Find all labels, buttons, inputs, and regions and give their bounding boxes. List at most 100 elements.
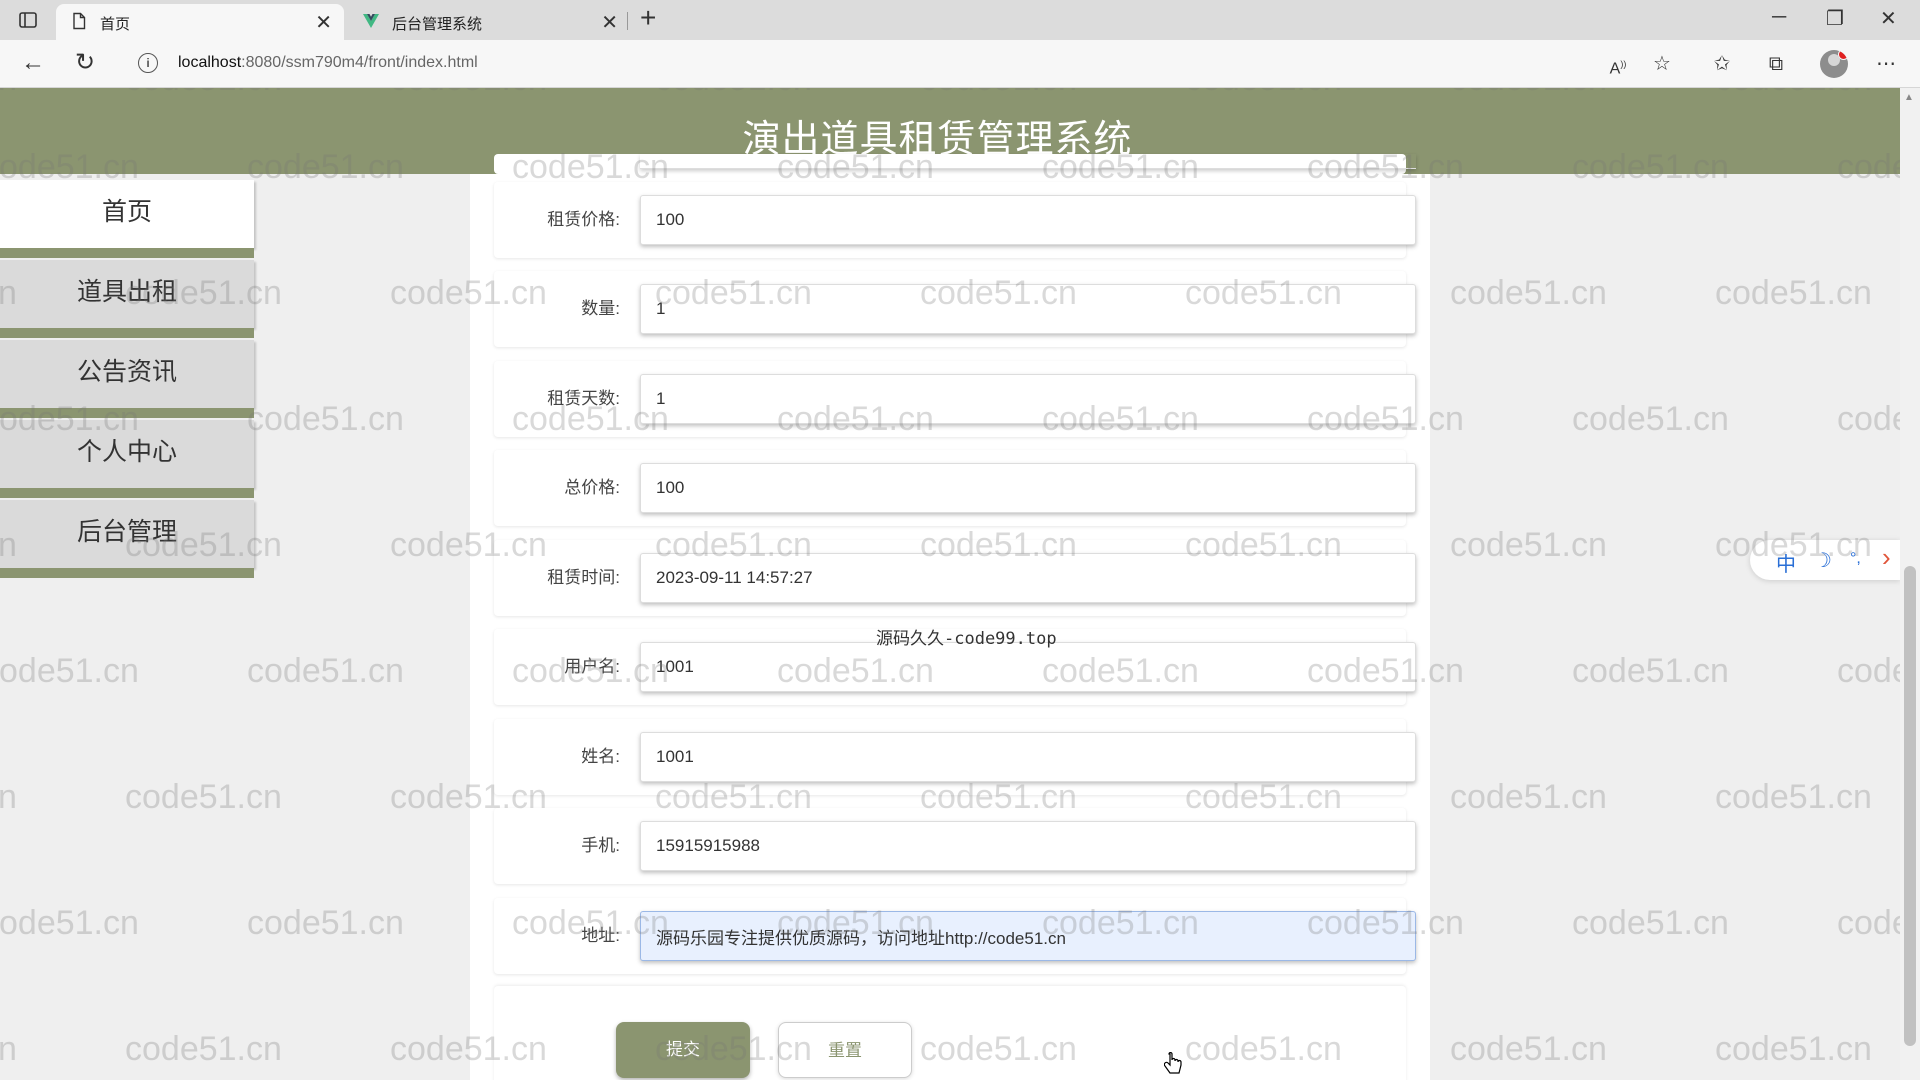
watermark-text: code51.cn [1450, 778, 1607, 816]
field-label: 租赁价格: [547, 210, 620, 229]
tab-label: 后台管理系统 [392, 16, 483, 33]
sidebar-item-label: 首页 [0, 180, 254, 248]
rental-price-field[interactable] [640, 195, 1416, 245]
chevron-right-icon[interactable]: › [1882, 542, 1891, 573]
username-field[interactable] [640, 642, 1416, 692]
form-row-phone: 手机: [494, 808, 1416, 884]
page-scrollbar[interactable]: ▲ [1900, 88, 1920, 1080]
watermark-text: code51.cn [0, 778, 17, 816]
watermark-text: code51.cn [0, 904, 139, 942]
refresh-icon[interactable]: ↻ [72, 50, 98, 76]
address-bar: ← ↻ i localhost:8080/ssm790m4/front/inde… [0, 40, 1920, 88]
field-label: 地址: [581, 926, 620, 945]
sidebar-item-prop-rental[interactable]: 道具出租 [0, 260, 256, 340]
sidebar-item-underline [0, 488, 254, 498]
close-tab-icon[interactable]: ✕ [601, 10, 618, 35]
watermark-text: code51.cn [1450, 526, 1607, 564]
form-row-partial [494, 154, 1416, 174]
sidebar-item-admin[interactable]: 后台管理 [0, 500, 256, 580]
site-info-icon[interactable]: i [138, 53, 158, 73]
watermark-text: 源码久久-code99.top [876, 629, 1057, 649]
field-label: 数量: [581, 299, 620, 318]
restore-icon[interactable]: ❐ [1826, 6, 1844, 31]
scrollbar-thumb[interactable] [1904, 566, 1916, 1046]
more-menu-icon[interactable]: ⋯ [1874, 52, 1898, 76]
add-favorite-icon[interactable]: ☆ [1650, 52, 1674, 76]
floating-toolbar[interactable]: 中 ☽ °, › [1750, 540, 1900, 580]
watermark-text: code51.cn [0, 652, 139, 690]
sidebar-item-label: 道具出租 [0, 260, 254, 328]
address-field[interactable] [640, 911, 1416, 961]
rental-time-field[interactable] [640, 553, 1416, 603]
watermark-text: code51.cn [125, 778, 282, 816]
watermark-text: code51.cn [1572, 400, 1729, 438]
form-row-name: 姓名: [494, 719, 1416, 795]
mouse-cursor-icon [1164, 1052, 1182, 1074]
close-window-icon[interactable]: ✕ [1880, 6, 1897, 31]
partial-input[interactable] [640, 154, 1416, 169]
scroll-up-icon[interactable]: ▲ [1904, 92, 1914, 103]
watermark-text: code51.cn [1715, 274, 1872, 312]
watermark-text: code51.cn [1450, 274, 1607, 312]
phone-field[interactable] [640, 821, 1416, 871]
form-row-quantity: 数量: [494, 271, 1416, 347]
watermark-text: code51.cn [1837, 400, 1900, 438]
watermark-text: code51.cn [0, 1030, 17, 1068]
browser-tab-home[interactable]: 首页 ✕ [56, 4, 344, 40]
collections-icon[interactable]: ⧉ [1764, 52, 1788, 76]
vue-logo-icon [363, 14, 379, 28]
name-field[interactable] [640, 732, 1416, 782]
sidebar-item-home[interactable]: 首页 [0, 180, 256, 260]
profile-avatar[interactable] [1820, 50, 1848, 78]
field-label: 姓名: [581, 747, 620, 766]
back-icon[interactable]: ← [20, 50, 46, 76]
watermark-text: code51.cn [247, 904, 404, 942]
rental-days-field[interactable] [640, 374, 1416, 424]
notification-dot [1838, 50, 1848, 60]
minimize-icon[interactable]: ─ [1772, 6, 1786, 29]
field-label: 手机: [581, 836, 620, 855]
total-price-field[interactable] [640, 463, 1416, 513]
watermark-text: code51.cn [1837, 904, 1900, 942]
watermark-text: code51.cn [1715, 778, 1872, 816]
sidebar-item-personal-center[interactable]: 个人中心 [0, 420, 256, 500]
sidebar-item-label: 个人中心 [0, 420, 254, 488]
form-row-address: 地址: [494, 898, 1416, 974]
watermark-text: code51.cn [247, 400, 404, 438]
sidebar-item-underline [0, 408, 254, 418]
page-icon [73, 12, 86, 30]
close-tab-icon[interactable]: ✕ [315, 10, 332, 35]
watermark-text: code51.cn [1572, 652, 1729, 690]
page: 演出道具租赁管理系统 首页 道具出租 公告资讯 个人中心 后台管理 租赁价格: [0, 88, 1900, 1080]
sidebar-item-announcements[interactable]: 公告资讯 [0, 340, 256, 420]
sidebar-item-underline [0, 248, 254, 258]
field-label: 租赁时间: [547, 568, 620, 587]
language-icon[interactable]: 中 [1776, 548, 1796, 577]
form-row-rental-time: 租赁时间: [494, 540, 1416, 616]
field-label: 用户名: [564, 657, 620, 676]
tab-actions-icon[interactable] [18, 10, 38, 30]
field-label: 总价格: [564, 478, 620, 497]
moon-icon[interactable]: ☽ [1814, 548, 1832, 573]
reset-button[interactable]: 重置 [778, 1022, 912, 1078]
punctuation-icon[interactable]: °, [1850, 550, 1861, 568]
favorites-icon[interactable]: ✩ [1710, 52, 1734, 76]
sidebar-item-label: 后台管理 [0, 500, 254, 568]
tab-separator [627, 12, 628, 30]
sidebar-item-label: 公告资讯 [0, 340, 254, 408]
quantity-field[interactable] [640, 284, 1416, 334]
submit-button[interactable]: 提交 [616, 1022, 750, 1078]
form-row-total-price: 总价格: [494, 450, 1416, 526]
new-tab-icon[interactable]: + [640, 2, 656, 34]
url-field[interactable]: i localhost:8080/ssm790m4/front/index.ht… [120, 46, 1690, 80]
browser-tab-admin[interactable]: 后台管理系统 ✕ [348, 4, 630, 40]
watermark-text: code51.cn [1450, 1030, 1607, 1068]
watermark-text: code51.cn [247, 652, 404, 690]
sidebar-item-underline [0, 328, 254, 338]
form-row-rental-price: 租赁价格: [494, 182, 1416, 258]
url-text: localhost:8080/ssm790m4/front/index.html [178, 54, 478, 71]
watermark-text: code51.cn [1715, 1030, 1872, 1068]
read-aloud-icon[interactable]: A)) [1606, 52, 1630, 77]
tab-label: 首页 [100, 16, 131, 33]
sidebar-nav: 首页 道具出租 公告资讯 个人中心 后台管理 [0, 180, 256, 580]
